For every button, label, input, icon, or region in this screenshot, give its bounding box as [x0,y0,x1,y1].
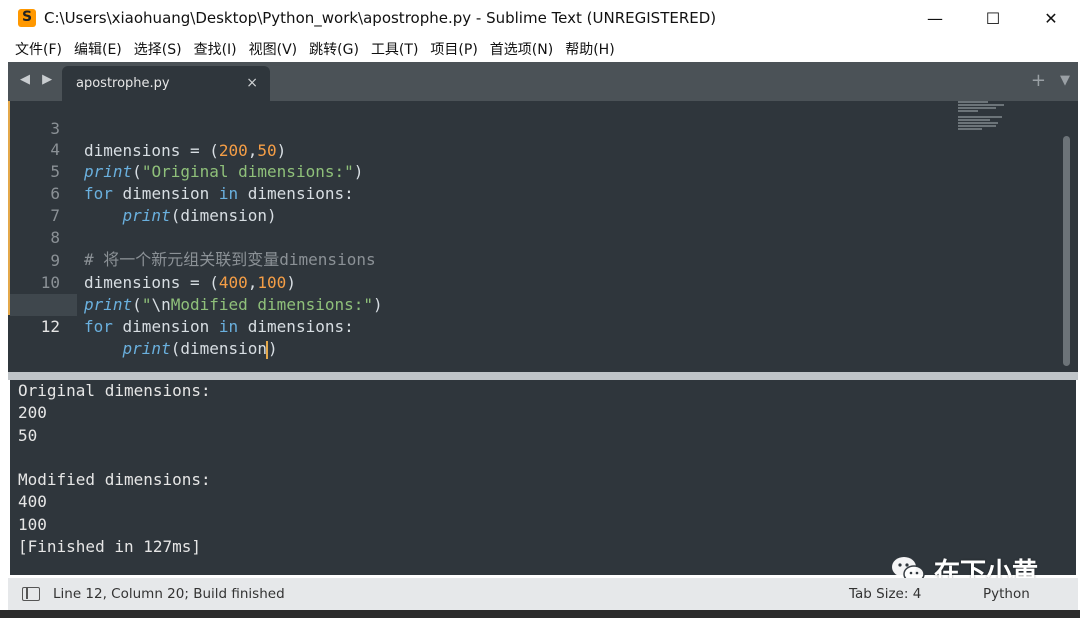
taskbar-edge [0,610,1080,618]
menu-edit[interactable]: 编辑(E) [74,39,122,59]
menu-preferences[interactable]: 首选项(N) [490,39,553,59]
tab-list-dropdown-icon[interactable]: ▼ [1060,73,1070,91]
status-bar: Line 12, Column 20; Build finished Tab S… [8,578,1078,610]
code-line: 6 print(dimension) [8,161,1058,225]
output-line: 400 [18,492,47,512]
menu-tools[interactable]: 工具(T) [371,39,418,59]
line-number: 12 [40,317,60,336]
tab-apostrophe-py[interactable]: apostrophe.py × [62,66,270,101]
menu-find[interactable]: 查找(I) [194,39,237,59]
minimize-button[interactable]: — [906,0,964,36]
tab-size-selector[interactable]: Tab Size: 4 [849,586,921,602]
menu-view[interactable]: 视图(V) [249,39,298,59]
editor-scrollbar[interactable] [1063,136,1070,366]
output-panel-divider[interactable] [8,372,1078,380]
code-line: 10 print("\nModified dimensions:") [8,250,1058,314]
code-editor[interactable]: 3 dimensions = (200,50) 4 print("Origina… [8,101,1078,372]
output-line: Modified dimensions: [18,470,211,490]
cursor-position-status: Line 12, Column 20; Build finished [53,586,285,602]
window-title: C:\Users\xiaohuang\Desktop\Python_work\a… [44,9,717,27]
code-line: 7 [8,183,1058,225]
output-line: Original dimensions: [18,381,211,400]
code-line: 11 for dimension in dimensions: [8,272,1058,336]
menu-project[interactable]: 项目(P) [430,39,477,59]
output-line: 50 [18,425,38,445]
code-line: 9 dimensions = (400,100) [8,228,1058,292]
minimap[interactable] [958,101,1008,141]
current-code-line: 12 print(dimension) [8,294,1058,359]
title-bar: C:\Users\xiaohuang\Desktop\Python_work\a… [0,0,1080,36]
tab-close-icon[interactable]: × [246,75,258,91]
maximize-button[interactable]: ☐ [964,0,1022,36]
close-button[interactable]: ✕ [1022,0,1080,36]
sidebar-toggle-icon[interactable] [22,587,40,601]
menu-help[interactable]: 帮助(H) [565,39,614,59]
tab-bar: ◀ ▶ apostrophe.py × + ▼ [8,62,1078,101]
tab-title: apostrophe.py [76,76,170,91]
menu-goto[interactable]: 跳转(G) [309,39,359,59]
new-tab-icon[interactable]: + [1031,70,1046,91]
code-line: 5 for dimension in dimensions: [8,139,1058,203]
tabbar-actions: + ▼ [1031,70,1070,91]
code-line: 4 print("Original dimensions:") [8,117,1058,181]
tab-nav-arrows-icon[interactable]: ◀ ▶ [20,72,56,87]
output-line: 200 [18,403,47,423]
code-line: 3 dimensions = (200,50) [8,101,1058,160]
output-line: 100 [18,514,47,534]
window-controls: — ☐ ✕ [906,0,1080,36]
menu-file[interactable]: 文件(F) [15,39,62,59]
build-output-panel: Original dimensions: 200 50 Modified dim… [10,380,1076,575]
sublime-app-icon [18,9,36,27]
menu-bar: 文件(F) 编辑(E) 选择(S) 查找(I) 视图(V) 跳转(G) 工具(T… [0,36,1080,62]
code-line: 8 # 将一个新元组关联到变量dimensions [8,205,1058,269]
menu-selection[interactable]: 选择(S) [134,39,182,59]
syntax-selector[interactable]: Python [983,586,1030,602]
